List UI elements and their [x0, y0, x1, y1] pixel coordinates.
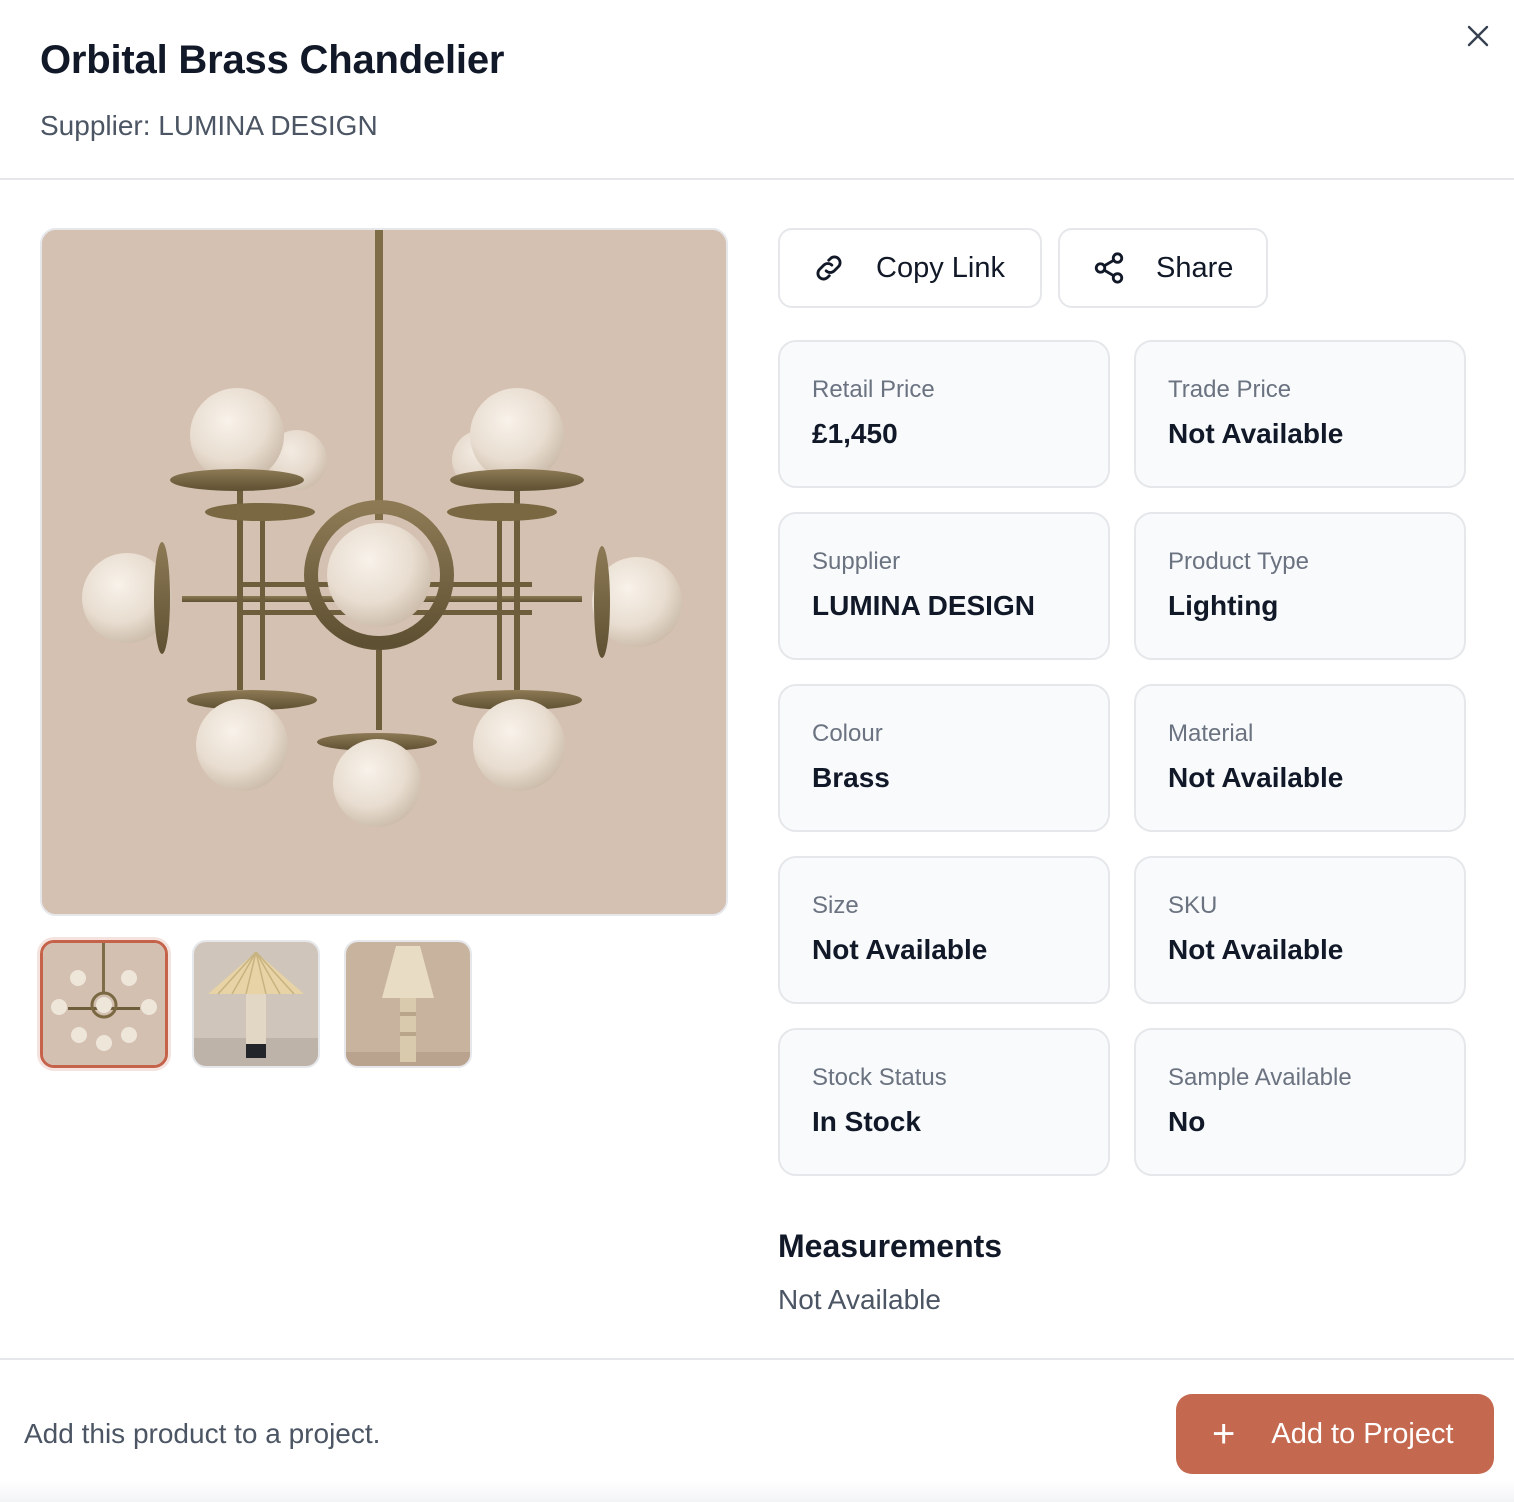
share-icon: [1094, 252, 1124, 284]
detail-label: Colour: [812, 720, 883, 747]
add-to-project-label: Add to Project: [1271, 1417, 1454, 1450]
detail-value: In Stock: [812, 1106, 921, 1137]
detail-label: Material: [1168, 720, 1254, 747]
share-label: Share: [1156, 251, 1234, 284]
thumbnail-pleated-lamp[interactable]: [192, 940, 320, 1068]
detail-card-stock-status: Stock Status In Stock: [778, 1028, 1110, 1176]
detail-card-trade-price: Trade Price Not Available: [1134, 340, 1466, 488]
detail-card-colour: Colour Brass: [778, 684, 1110, 832]
close-button[interactable]: [1460, 18, 1496, 54]
detail-label: Sample Available: [1168, 1064, 1352, 1091]
modal-footer: Add this product to a project. + Add to …: [0, 1358, 1514, 1502]
detail-label: Size: [812, 892, 859, 919]
measurements-heading: Measurements: [778, 1228, 1003, 1264]
detail-value: Brass: [812, 762, 890, 793]
detail-value: Not Available: [1168, 762, 1344, 793]
detail-label: Trade Price: [1168, 376, 1292, 403]
detail-label: Supplier: [812, 548, 901, 575]
copy-link-label: Copy Link: [876, 251, 1005, 284]
detail-card-sample-available: Sample Available No: [1134, 1028, 1466, 1176]
detail-card-retail-price: Retail Price £1,450: [778, 340, 1110, 488]
detail-label: Retail Price: [812, 376, 935, 403]
plus-icon: +: [1212, 1412, 1236, 1456]
copy-link-button[interactable]: Copy Link: [778, 228, 1042, 308]
detail-value: Not Available: [812, 934, 988, 965]
footer-prompt: Add this product to a project.: [24, 1418, 381, 1449]
detail-value: LUMINA DESIGN: [812, 590, 1035, 621]
thumbnail-chandelier[interactable]: [40, 940, 168, 1068]
detail-value: Not Available: [1168, 418, 1344, 449]
detail-card-material: Material Not Available: [1134, 684, 1466, 832]
measurements-value: Not Available: [778, 1284, 941, 1315]
detail-value: Lighting: [1168, 590, 1279, 621]
main-product-image: [40, 228, 728, 916]
product-title: Orbital Brass Chandelier: [40, 38, 505, 82]
detail-label: SKU: [1168, 892, 1218, 919]
link-icon: [816, 255, 842, 281]
product-supplier-subtitle: Supplier: LUMINA DESIGN: [40, 110, 378, 141]
close-icon: [1467, 25, 1489, 47]
detail-label: Stock Status: [812, 1064, 947, 1091]
detail-label: Product Type: [1168, 548, 1309, 575]
modal-header: Orbital Brass Chandelier Supplier: LUMIN…: [0, 0, 1514, 180]
detail-card-size: Size Not Available: [778, 856, 1110, 1004]
thumbnail-textured-lamp[interactable]: [344, 940, 472, 1068]
detail-card-supplier: Supplier LUMINA DESIGN: [778, 512, 1110, 660]
detail-value: £1,450: [812, 418, 898, 449]
add-to-project-button[interactable]: + Add to Project: [1176, 1394, 1494, 1474]
detail-card-sku: SKU Not Available: [1134, 856, 1466, 1004]
share-button[interactable]: Share: [1058, 228, 1268, 308]
detail-value: No: [1168, 1106, 1206, 1137]
detail-value: Not Available: [1168, 934, 1344, 965]
detail-card-product-type: Product Type Lighting: [1134, 512, 1466, 660]
